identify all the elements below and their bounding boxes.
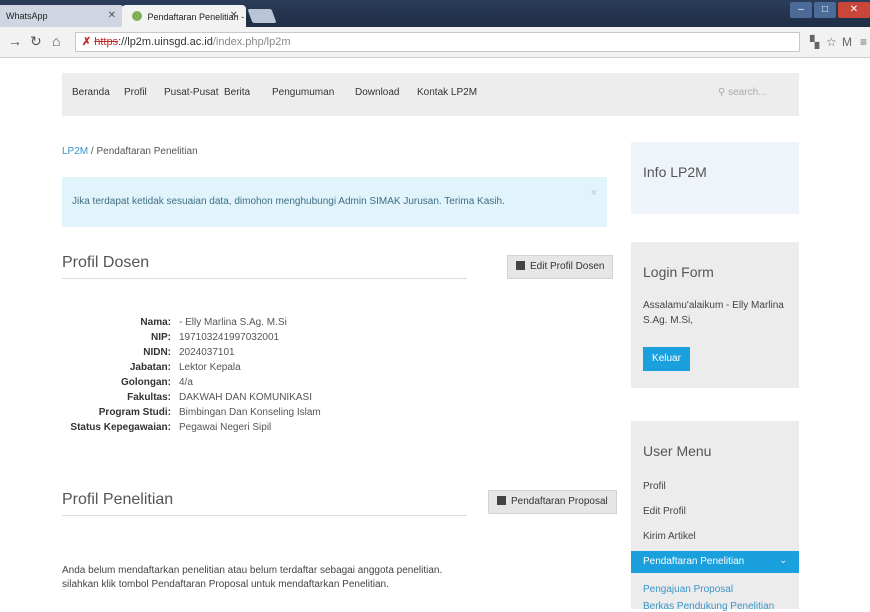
field-value: Bimbingan Dan Konseling Islam xyxy=(179,407,321,418)
nav-berita[interactable]: Berita xyxy=(224,87,250,98)
field-label: Program Studi: xyxy=(98,407,171,418)
greeting-text: Assalamu'alaikum - Elly Marlina S.Ag. M.… xyxy=(643,300,784,326)
field-label: Jabatan: xyxy=(129,362,171,373)
alert-text: Jika terdapat ketidak sesuaian data, dim… xyxy=(72,196,505,207)
nav-pusat-pusat[interactable]: Pusat-Pusat xyxy=(164,87,218,98)
profil-dosen-title: Profil Dosen xyxy=(62,254,150,271)
edit-profil-dosen-button[interactable]: Edit Profil Dosen xyxy=(507,255,614,279)
panel-title: Login Form xyxy=(643,264,714,280)
extension-icon[interactable]: ▚ xyxy=(810,35,819,49)
breadcrumb-separator: / xyxy=(90,146,94,157)
tab-label: WhatsApp xyxy=(6,11,48,21)
minimize-icon[interactable]: – xyxy=(790,2,812,18)
nav-beranda[interactable]: Beranda xyxy=(72,87,110,98)
info-lp2m-panel: Info LP2M xyxy=(631,142,799,214)
breadcrumb-home[interactable]: LP2M xyxy=(62,146,88,157)
reload-icon[interactable]: ↻ xyxy=(30,33,42,50)
pendaftaran-proposal-button[interactable]: Pendaftaran Proposal xyxy=(488,490,617,514)
close-tab-icon[interactable]: ✕ xyxy=(108,10,116,21)
nav-download[interactable]: Download xyxy=(355,87,399,98)
profile-row-golongan: Golongan: 4/a xyxy=(62,377,362,389)
keluar-button[interactable]: Keluar xyxy=(643,347,690,371)
tab-pendaftaran[interactable]: Pendaftaran Penelitian - L ✕ xyxy=(122,5,252,27)
field-value: - Elly Marlina S.Ag. M.Si xyxy=(179,317,287,328)
profile-row-status-kepegawaian: Status Kepegawaian: Pegawai Negeri Sipil xyxy=(62,422,362,434)
url-input[interactable]: ✗ https://lp2m.uinsgd.ac.id/index.php/lp2… xyxy=(75,32,800,52)
breadcrumb-current: Pendaftaran Penelitian xyxy=(96,146,198,157)
close-tab-icon[interactable]: ✕ xyxy=(230,10,238,21)
close-window-icon[interactable]: ✕ xyxy=(838,2,870,18)
user-menu-panel: User Menu Profil Edit Profil Kirim Artik… xyxy=(631,421,799,609)
home-icon[interactable]: ⌂ xyxy=(52,33,60,49)
divider xyxy=(62,515,467,516)
profile-row-program-studi: Program Studi: Bimbingan Dan Konseling Is… xyxy=(62,407,362,419)
menu-item-label: Pendaftaran Penelitian xyxy=(643,556,745,567)
button-label: Edit Profil Dosen xyxy=(530,261,605,272)
panel-title: User Menu xyxy=(643,443,712,459)
browser-tab-bar: WhatsApp ✕ Pendaftaran Penelitian - L ✕ … xyxy=(0,0,870,27)
field-label: Nama: xyxy=(140,317,171,328)
profile-row-fakultas: Fakultas: DAKWAH DAN KOMUNIKASI xyxy=(62,392,362,404)
search-placeholder: search... xyxy=(728,87,767,98)
field-value: 2024037101 xyxy=(179,347,235,358)
profile-row-nip: NIP: 197103241997032001 xyxy=(62,332,362,344)
field-label: Golongan: xyxy=(121,377,171,388)
penelitian-message-line1: Anda belum mendaftarkan penelitian atau … xyxy=(62,565,443,576)
profile-row-nidn: NIDN: 2024037101 xyxy=(62,347,362,359)
divider xyxy=(62,278,467,279)
url-path: /index.php/lp2m xyxy=(212,36,291,48)
new-tab-button[interactable] xyxy=(247,9,277,23)
menu-icon[interactable]: ≡ xyxy=(860,35,867,49)
url-host: ://lp2m.uinsgd.ac.id xyxy=(118,36,213,48)
profile-row-jabatan: Jabatan: Lektor Kepala xyxy=(62,362,362,374)
submenu-berkas-pendukung[interactable]: Berkas Pendukung Penelitian xyxy=(643,601,774,612)
field-label: Fakultas: xyxy=(127,392,171,403)
menu-item-edit-profil[interactable]: Edit Profil xyxy=(643,506,686,517)
field-value: 197103241997032001 xyxy=(179,332,280,343)
address-bar: → ↻ ⌂ ✗ https://lp2m.uinsgd.ac.id/index.p… xyxy=(0,27,870,58)
field-label: NIDN: xyxy=(143,347,171,358)
web-page: Beranda Profil Pusat-Pusat Berita Pengum… xyxy=(0,58,870,612)
search-input[interactable]: ⚲ search... xyxy=(718,87,766,98)
forward-icon[interactable]: → xyxy=(8,33,22,49)
menu-item-profil[interactable]: Profil xyxy=(643,481,666,492)
nav-profil[interactable]: Profil xyxy=(124,87,147,98)
breadcrumb: LP2M / Pendaftaran Penelitian xyxy=(62,146,198,157)
info-alert: Jika terdapat ketidak sesuaian data, dim… xyxy=(62,177,607,227)
panel-title: Info LP2M xyxy=(643,164,707,180)
profil-penelitian-title: Profil Penelitian xyxy=(62,491,174,508)
edit-icon xyxy=(516,261,525,270)
tab-whatsapp[interactable]: WhatsApp ✕ xyxy=(0,5,124,27)
field-value: 4/a xyxy=(179,377,193,388)
nav-pengumuman[interactable]: Pengumuman xyxy=(272,87,334,98)
penelitian-message-line2: silahkan klik tombol Pendaftaran Proposa… xyxy=(62,579,389,590)
field-value: Lektor Kepala xyxy=(179,362,241,373)
field-value: DAKWAH DAN KOMUNIKASI xyxy=(179,392,312,403)
gmail-extension-icon[interactable]: M xyxy=(842,35,852,49)
login-form-panel: Login Form Assalamu'alaikum - Elly Marli… xyxy=(631,242,799,388)
book-icon xyxy=(497,496,506,505)
main-navbar: Beranda Profil Pusat-Pusat Berita Pengum… xyxy=(62,73,799,116)
menu-item-kirim-artikel[interactable]: Kirim Artikel xyxy=(643,531,696,542)
submenu-pengajuan-proposal[interactable]: Pengajuan Proposal xyxy=(643,584,733,595)
bookmark-star-icon[interactable]: ☆ xyxy=(826,35,837,49)
search-icon: ⚲ xyxy=(718,87,729,98)
insecure-lock-icon: ✗ xyxy=(82,36,92,48)
button-label: Pendaftaran Proposal xyxy=(511,496,608,507)
chevron-down-icon: ⌄ xyxy=(779,555,787,565)
nav-kontak-lp2m[interactable]: Kontak LP2M xyxy=(417,87,477,98)
site-favicon-icon xyxy=(132,11,142,21)
menu-item-pendaftaran-penelitian[interactable]: Pendaftaran Penelitian ⌄ xyxy=(631,551,799,573)
field-value: Pegawai Negeri Sipil xyxy=(179,422,272,433)
profile-row-nama: Nama: - Elly Marlina S.Ag. M.Si xyxy=(62,317,362,329)
field-label: NIP: xyxy=(151,332,171,343)
alert-close-icon[interactable]: × xyxy=(591,187,597,199)
field-label: Status Kepegawaian: xyxy=(70,422,171,433)
url-scheme: https xyxy=(94,36,119,48)
maximize-icon[interactable]: □ xyxy=(814,2,836,18)
